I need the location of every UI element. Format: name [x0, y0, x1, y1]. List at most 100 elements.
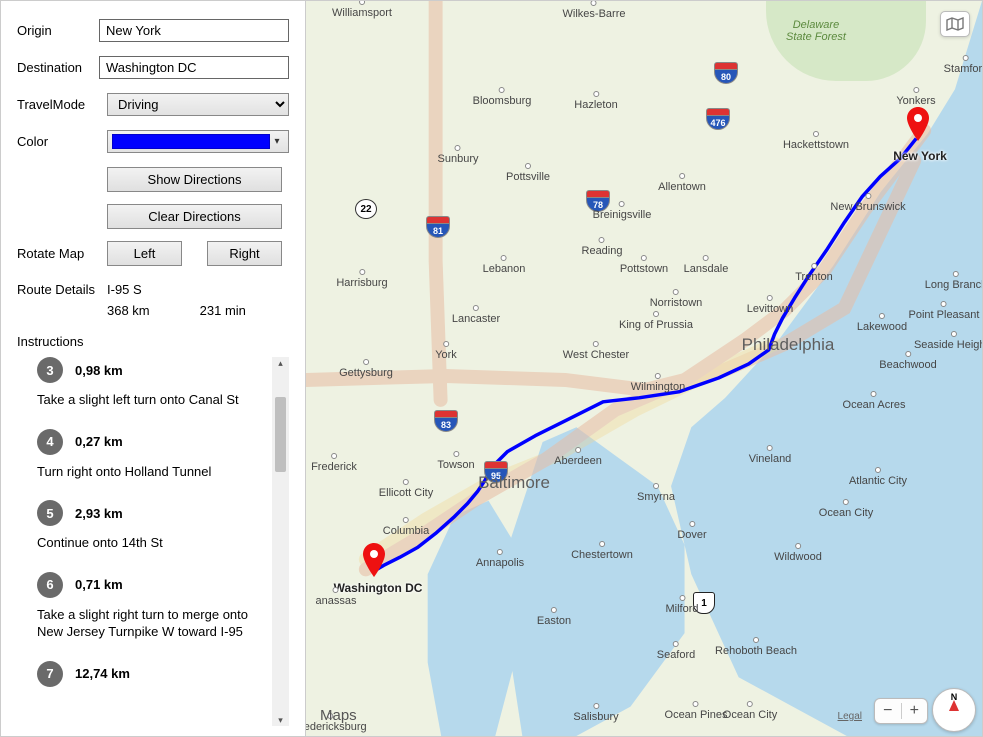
route-distance-value: 368 km — [107, 303, 150, 318]
scrollbar-track[interactable]: ▴ ▾ — [272, 357, 289, 726]
origin-input[interactable] — [99, 19, 289, 42]
city-label: Lansdale — [684, 255, 729, 275]
city-label: Lakewood — [857, 313, 907, 333]
city-label: Stamford — [944, 55, 982, 75]
color-select[interactable]: ▾ — [107, 130, 289, 153]
city-label: Bloomsburg — [473, 87, 532, 107]
step-distance: 2,93 km — [75, 506, 123, 521]
travelmode-label: TravelMode — [17, 97, 99, 112]
travelmode-select[interactable]: Driving — [107, 93, 289, 116]
city-label: Easton — [537, 607, 571, 627]
city-label: Breinigsville — [593, 201, 652, 221]
origin-pin-label: New York — [893, 149, 947, 163]
chevron-down-icon: ▾ — [270, 136, 284, 147]
city-label: Milford — [665, 595, 698, 615]
instruction-step: 5 2,93 km Continue onto 14th St — [37, 500, 267, 552]
map-canvas[interactable]: Delaware State Forest 80 78 476 81 83 95… — [306, 1, 982, 736]
step-text: Take a slight right turn to merge onto N… — [37, 606, 267, 641]
city-label: Hazleton — [574, 91, 617, 111]
destination-label: Destination — [17, 60, 91, 75]
city-label: Ocean Acres — [843, 391, 906, 411]
city-label: Dover — [677, 521, 706, 541]
city-philadelphia: Philadelphia — [742, 335, 835, 355]
city-label: Seaford — [657, 641, 696, 661]
route-details-label: Route Details — [17, 282, 107, 297]
instruction-step: 3 0,98 km Take a slight left turn onto Can… — [37, 357, 267, 409]
city-label: Vineland — [749, 445, 792, 465]
city-label: York — [435, 341, 457, 361]
scroll-down-icon[interactable]: ▾ — [272, 714, 289, 726]
clear-directions-button[interactable]: Clear Directions — [107, 204, 282, 229]
city-label: Point Pleasant — [909, 301, 980, 321]
city-label: Sunbury — [438, 145, 479, 165]
city-label: West Chester — [563, 341, 629, 361]
city-label: Ocean City — [723, 701, 777, 721]
city-label: Long Branch — [925, 271, 982, 291]
step-number: 5 — [37, 500, 63, 526]
city-label: Trenton — [795, 263, 833, 283]
city-label: Salisbury — [573, 703, 618, 723]
instruction-step: 4 0,27 km Turn right onto Holland Tunnel — [37, 429, 267, 481]
city-label: Reading — [582, 237, 623, 257]
step-distance: 12,74 km — [75, 666, 130, 681]
city-label: Ocean City — [819, 499, 873, 519]
city-label: anassas — [316, 587, 357, 607]
step-number: 6 — [37, 572, 63, 598]
route-name-value: I-95 S — [107, 282, 142, 297]
city-label: Smyrna — [637, 483, 675, 503]
rotate-left-button[interactable]: Left — [107, 241, 182, 266]
step-distance: 0,71 km — [75, 577, 123, 592]
step-number: 3 — [37, 357, 63, 383]
step-distance: 0,98 km — [75, 363, 123, 378]
step-text: Continue onto 14th St — [37, 534, 267, 552]
city-label: Wilkes-Barre — [563, 1, 626, 20]
city-label: Hackettstown — [783, 131, 849, 151]
city-label: Williamsport — [332, 1, 392, 19]
step-number: 4 — [37, 429, 63, 455]
instruction-step: 6 0,71 km Take a slight right turn to merg… — [37, 572, 267, 641]
step-text: Turn right onto Holland Tunnel — [37, 463, 267, 481]
step-number: 7 — [37, 661, 63, 687]
rotate-map-label: Rotate Map — [17, 246, 107, 261]
zoom-out-button[interactable]: − — [875, 703, 902, 719]
city-label: Frederick — [311, 453, 357, 473]
show-directions-button[interactable]: Show Directions — [107, 167, 282, 192]
step-distance: 0,27 km — [75, 434, 123, 449]
city-label: Aberdeen — [554, 447, 602, 467]
step-text: Take a slight left turn onto Canal St — [37, 391, 267, 409]
city-label: Levittown — [747, 295, 793, 315]
city-label: Gettysburg — [339, 359, 393, 379]
maps-brand: Maps — [318, 707, 357, 724]
control-panel: Origin Destination TravelMode Driving Co… — [1, 1, 306, 736]
origin-pin[interactable] — [906, 107, 930, 141]
city-label: Atlantic City — [849, 467, 907, 487]
city-label: Seaside Heights — [914, 331, 982, 351]
city-label: King of Prussia — [619, 311, 693, 331]
city-label: Norristown — [650, 289, 703, 309]
scrollbar-thumb[interactable] — [275, 397, 286, 472]
destination-input[interactable] — [99, 56, 289, 79]
instruction-step: 7 12,74 km — [37, 661, 267, 687]
instructions-list[interactable]: 3 0,98 km Take a slight left turn onto Can… — [37, 357, 289, 726]
map-mode-button[interactable] — [940, 11, 970, 37]
city-label: Allentown — [658, 173, 706, 193]
city-label: Lebanon — [483, 255, 526, 275]
legal-link[interactable]: Legal — [838, 711, 862, 722]
city-label: Pottsville — [506, 163, 550, 183]
city-label: Lancaster — [452, 305, 500, 325]
compass-button[interactable]: N — [932, 688, 976, 732]
destination-pin[interactable] — [362, 543, 386, 577]
zoom-in-button[interactable]: + — [902, 703, 928, 719]
city-label: Harrisburg — [336, 269, 387, 289]
city-label: Beachwood — [879, 351, 937, 371]
city-baltimore: Baltimore — [478, 473, 550, 493]
city-label: Ocean Pines — [665, 701, 728, 721]
city-label: Ellicott City — [379, 479, 433, 499]
city-label: Chestertown — [571, 541, 633, 561]
city-label: Towson — [437, 451, 474, 471]
scroll-up-icon[interactable]: ▴ — [272, 357, 289, 369]
zoom-control: − + — [874, 698, 928, 724]
city-label: New Brunswick — [830, 193, 905, 213]
city-label: Annapolis — [476, 549, 524, 569]
rotate-right-button[interactable]: Right — [207, 241, 282, 266]
